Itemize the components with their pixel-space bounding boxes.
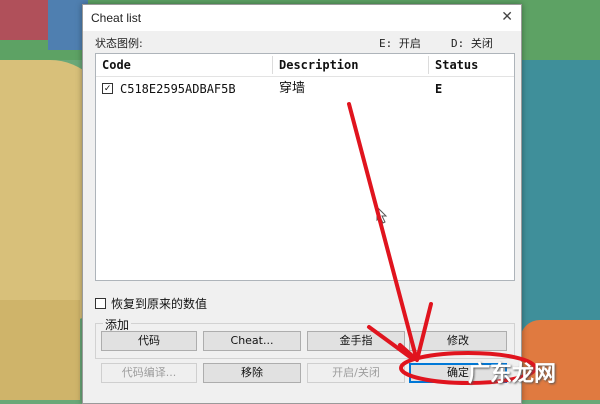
column-header-status[interactable]: Status [429, 54, 514, 76]
cheat-list-view[interactable]: Code Description Status ✓ C518E2595ADBAF… [95, 53, 515, 281]
cheat-description: 穿墙 [279, 81, 306, 96]
add-code-button[interactable]: 代码 [101, 331, 197, 351]
column-header-code[interactable]: Code [96, 54, 272, 76]
legend-disabled: D: 关闭 [451, 37, 493, 50]
list-header: Code Description Status [96, 54, 514, 77]
add-cheat-button[interactable]: Cheat... [203, 331, 301, 351]
remove-button[interactable]: 移除 [203, 363, 301, 383]
code-compile-button[interactable]: 代码编译... [101, 363, 197, 383]
restore-values-label[interactable]: 恢复到原来的数值 [111, 295, 207, 312]
cheat-list-dialog: Cheat list ✕ 状态图例: E: 开启 D: 关闭 Code Desc… [82, 4, 522, 404]
checkbox-checked-icon[interactable]: ✓ [102, 83, 113, 94]
table-row[interactable]: ✓ C518E2595ADBAF5B 穿墙 E [96, 78, 514, 100]
status-legend-label: 状态图例: [95, 37, 143, 50]
add-gameshark-button[interactable]: 金手指 [307, 331, 405, 351]
watermark-logo: 广东龙网 [468, 362, 557, 387]
toggle-button[interactable]: 开启/关闭 [307, 363, 405, 383]
game-sand-path-lower [0, 300, 80, 400]
close-icon[interactable]: ✕ [501, 9, 513, 25]
game-roof [0, 0, 48, 40]
title-bar: Cheat list ✕ [83, 5, 521, 31]
cheat-code: C518E2595ADBAF5B [120, 82, 236, 96]
checkbox-empty-icon[interactable] [95, 298, 106, 309]
edit-button[interactable]: 修改 [409, 331, 507, 351]
column-header-description[interactable]: Description [273, 54, 427, 76]
mouse-cursor-icon [376, 206, 388, 224]
window-title: Cheat list [91, 11, 142, 25]
legend-enabled: E: 开启 [379, 37, 421, 50]
cheat-status: E [435, 82, 443, 96]
